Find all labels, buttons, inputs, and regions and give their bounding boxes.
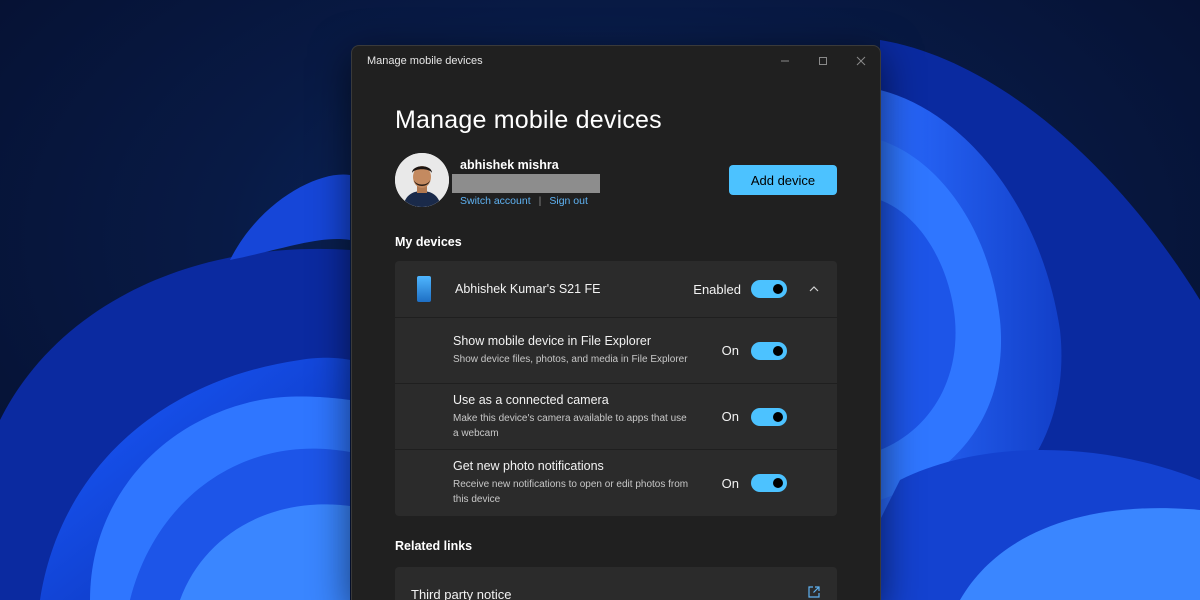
setting-row-file-explorer: Show mobile device in File Explorer Show…	[395, 318, 837, 384]
window-controls	[766, 46, 880, 76]
account-name: abhishek mishra	[460, 158, 559, 172]
device-name: Abhishek Kumar's S21 FE	[455, 282, 601, 296]
add-device-button[interactable]: Add device	[729, 165, 837, 195]
external-link-icon	[807, 585, 821, 600]
setting-state-label: On	[721, 409, 739, 424]
setting-row-camera: Use as a connected camera Make this devi…	[395, 384, 837, 450]
link-separator: |	[538, 195, 542, 207]
account-section: abhishek mishra Switch account | Sign ou…	[395, 153, 837, 213]
title-bar[interactable]: Manage mobile devices	[352, 46, 880, 76]
setting-description: Make this device's camera available to a…	[453, 412, 687, 439]
file-explorer-toggle[interactable]	[751, 341, 787, 360]
device-header[interactable]: Abhishek Kumar's S21 FE Enabled	[395, 261, 837, 318]
setting-state-label: On	[721, 343, 739, 358]
avatar	[395, 153, 449, 207]
setting-title: Use as a connected camera	[453, 392, 609, 407]
switch-account-link[interactable]: Switch account	[460, 195, 531, 207]
setting-text: Show mobile device in File Explorer Show…	[453, 334, 693, 367]
setting-text: Get new photo notifications Receive new …	[453, 459, 693, 507]
page-title: Manage mobile devices	[395, 106, 662, 134]
device-card: Abhishek Kumar's S21 FE Enabled Show mob…	[395, 261, 837, 516]
close-icon[interactable]	[842, 46, 880, 76]
setting-description: Show device files, photos, and media in …	[453, 354, 688, 365]
sign-out-link[interactable]: Sign out	[549, 195, 588, 207]
account-info: abhishek mishra Switch account | Sign ou…	[452, 153, 600, 207]
setting-description: Receive new notifications to open or edi…	[453, 479, 689, 505]
redacted-email	[452, 174, 600, 193]
setting-state-label: On	[721, 475, 739, 491]
setting-title: Get new photo notifications	[453, 459, 604, 473]
third-party-notice-link[interactable]: Third party notice	[395, 567, 837, 600]
device-enabled-toggle[interactable]	[751, 280, 787, 298]
manage-mobile-devices-window: Manage mobile devices Manage mobile devi…	[351, 45, 881, 600]
my-devices-heading: My devices	[395, 235, 462, 249]
photo-notifications-toggle[interactable]	[751, 474, 787, 492]
setting-row-photo-notifications: Get new photo notifications Receive new …	[395, 450, 837, 516]
related-link-label: Third party notice	[411, 586, 512, 600]
device-status-label: Enabled	[693, 281, 741, 297]
account-links: Switch account | Sign out	[460, 195, 600, 207]
related-links-heading: Related links	[395, 539, 473, 553]
setting-text: Use as a connected camera Make this devi…	[453, 393, 693, 441]
minimize-icon[interactable]	[766, 46, 804, 76]
maximize-icon[interactable]	[804, 46, 842, 76]
connected-camera-toggle[interactable]	[751, 407, 787, 426]
chevron-up-icon[interactable]	[807, 286, 821, 292]
phone-icon	[417, 276, 431, 302]
setting-title: Show mobile device in File Explorer	[453, 334, 652, 348]
window-title: Manage mobile devices	[367, 55, 483, 67]
main-content: Manage mobile devices abhishek mishra Sw…	[352, 76, 880, 600]
